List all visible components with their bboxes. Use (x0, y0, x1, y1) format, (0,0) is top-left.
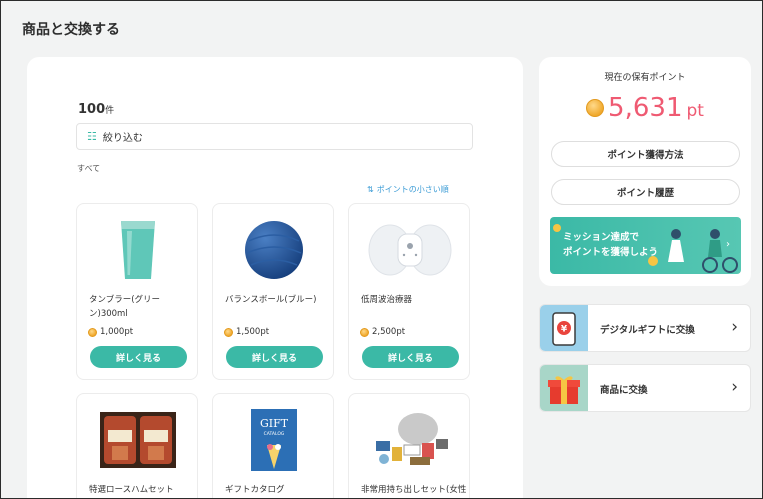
coin-icon (224, 327, 233, 337)
balance-ball-image (213, 212, 335, 288)
product-price: 1,500pt (224, 327, 269, 337)
product-name: 非常用持ち出しセット(女性対応) (361, 485, 467, 495)
result-count-value: 100 (78, 102, 106, 117)
current-points: 5,631 pt (539, 93, 751, 123)
svg-text:CATALOG: CATALOG (264, 431, 285, 437)
page-title: 商品と交換する (22, 22, 120, 38)
product-name: 低周波治療器 (361, 295, 413, 305)
goods-exchange-label: 商品に交換 (600, 385, 648, 396)
result-count-unit: 件 (105, 106, 115, 116)
product-card[interactable]: 特選ロースハムセット (76, 393, 199, 498)
digital-gift-exchange-card[interactable]: ¥ デジタルギフトに交換 › (539, 304, 751, 352)
product-name: 特選ロースハムセット (89, 485, 174, 495)
gift-box-icon (540, 365, 588, 411)
product-list-panel: 100件 ☷ 絞り込む すべて ⇅ ポイントの小さい順 タンブラー(グリーン)3… (27, 57, 523, 498)
product-card[interactable]: タンブラー(グリーン)300ml 1,000pt 詳しく見る (76, 203, 198, 380)
product-card[interactable]: GIFT CATALOG ギフトカタログ (212, 393, 335, 498)
svg-text:¥: ¥ (561, 325, 568, 335)
product-card[interactable]: 非常用持ち出しセット(女性対応) (348, 393, 471, 498)
mission-banner-text: ミッション達成で ポイントを獲得しよう (563, 230, 658, 260)
page-frame: 商品と交換する 100件 ☷ 絞り込む すべて ⇅ ポイントの小さい順 タンブラ… (0, 0, 763, 499)
mission-banner[interactable]: › ミッション達成で ポイントを獲得しよう (550, 217, 741, 274)
coin-icon (88, 327, 97, 337)
filter-sliders-icon: ☷ (87, 130, 97, 143)
filter-button[interactable]: ☷ 絞り込む (76, 123, 473, 150)
product-name: ギフトカタログ (225, 485, 285, 495)
svg-text:›: › (726, 239, 730, 250)
result-count: 100件 (78, 102, 114, 117)
product-card[interactable]: 低周波治療器 2,500pt 詳しく見る (348, 203, 470, 380)
chevron-right-icon: › (731, 317, 738, 337)
sort-icon: ⇅ (367, 185, 374, 194)
points-panel: 現在の保有ポイント 5,631 pt ポイント獲得方法 ポイント履歴 › ミッショ… (539, 57, 751, 286)
emergency-kit-image (349, 402, 471, 478)
view-details-button[interactable]: 詳しく見る (226, 346, 323, 368)
svg-text:GIFT: GIFT (260, 417, 289, 430)
gift-catalog-image: GIFT CATALOG (213, 402, 335, 478)
product-price: 1,000pt (88, 327, 133, 337)
filter-label: 絞り込む (102, 133, 143, 144)
product-name: タンブラー(グリーン)300ml (89, 295, 161, 319)
coin-icon (360, 327, 369, 337)
ham-set-image (77, 402, 199, 478)
sort-label: ポイントの小さい順 (376, 185, 449, 194)
points-value: 5,631 (608, 93, 683, 123)
product-name: バランスボール(ブルー) (225, 295, 317, 305)
chevron-right-icon: › (731, 377, 738, 397)
points-unit: pt (686, 101, 704, 121)
goods-exchange-card[interactable]: 商品に交換 › (539, 364, 751, 412)
smartphone-yen-icon: ¥ (540, 305, 588, 351)
tumbler-image (77, 212, 199, 288)
mission-banner-line2: ポイントを獲得しよう (563, 247, 659, 258)
mission-banner-line1: ミッション達成で (563, 232, 640, 243)
category-label: すべて (77, 164, 101, 173)
sort-button[interactable]: ⇅ ポイントの小さい順 (367, 184, 449, 195)
view-details-button[interactable]: 詳しく見る (362, 346, 459, 368)
product-card[interactable]: バランスボール(ブルー) 1,500pt 詳しく見る (212, 203, 334, 380)
coin-icon (586, 99, 605, 117)
how-to-earn-button[interactable]: ポイント獲得方法 (551, 141, 740, 167)
current-points-label: 現在の保有ポイント (604, 73, 686, 83)
digital-gift-label: デジタルギフトに交換 (600, 325, 695, 336)
low-frequency-device-image (349, 212, 471, 288)
view-details-button[interactable]: 詳しく見る (90, 346, 187, 368)
points-history-button[interactable]: ポイント履歴 (551, 179, 740, 205)
product-price: 2,500pt (360, 327, 405, 337)
